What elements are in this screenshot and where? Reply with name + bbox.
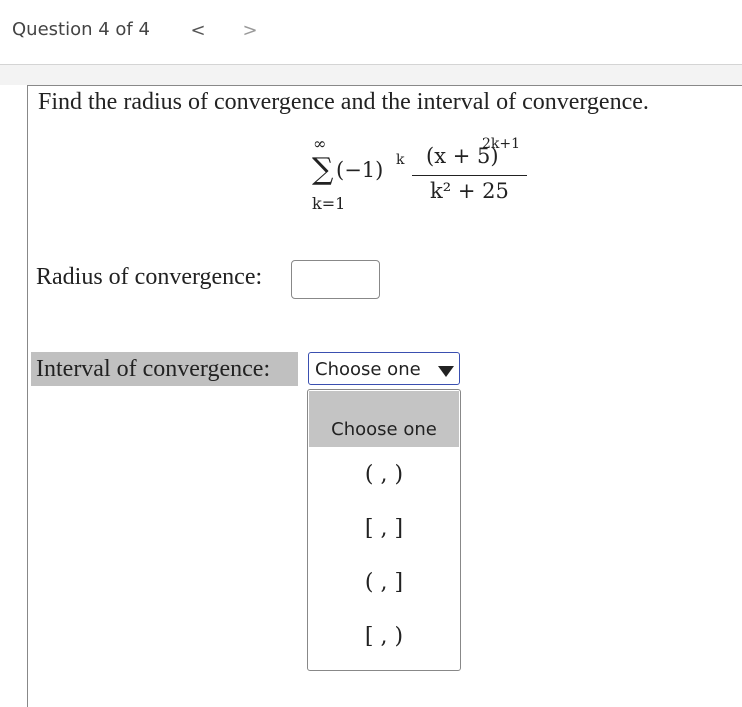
sum-upper-limit: ∞ xyxy=(313,134,327,153)
radius-input[interactable] xyxy=(291,260,380,299)
interval-dropdown-menu: Choose one ( , ) [ , ] ( , ] [ , ) xyxy=(307,389,461,671)
dropdown-arrow-icon xyxy=(438,366,454,377)
top-bar: Question 4 of 4 < > xyxy=(0,0,742,65)
interval-select-value: Choose one xyxy=(315,359,421,380)
interval-label: Interval of convergence: xyxy=(31,352,298,386)
fraction-bar xyxy=(412,175,527,176)
dropdown-option-choose-one[interactable]: Choose one xyxy=(309,391,459,447)
alternating-exponent: k xyxy=(396,152,405,168)
question-counter: Question 4 of 4 xyxy=(12,19,150,40)
top-gutter xyxy=(0,65,742,85)
dropdown-option-closed-open[interactable]: [ , ) xyxy=(309,610,459,664)
next-question-button[interactable]: > xyxy=(239,18,261,44)
question-prompt: Find the radius of convergence and the i… xyxy=(38,89,649,115)
dropdown-option-closed-closed[interactable]: [ , ] xyxy=(309,502,459,556)
denominator: k² + 25 xyxy=(430,179,509,203)
alternating-factor: (−1) xyxy=(336,158,384,182)
dropdown-option-open-open[interactable]: ( , ) xyxy=(309,448,459,502)
numerator-exponent: 2k+1 xyxy=(482,136,521,152)
summation-sign: ∑ xyxy=(312,152,334,187)
radius-label: Radius of convergence: xyxy=(36,264,263,290)
interval-select[interactable]: Choose one xyxy=(308,352,460,385)
previous-question-button[interactable]: < xyxy=(187,18,209,44)
dropdown-option-open-closed[interactable]: ( , ] xyxy=(309,556,459,610)
sum-lower-limit: k=1 xyxy=(312,194,346,213)
